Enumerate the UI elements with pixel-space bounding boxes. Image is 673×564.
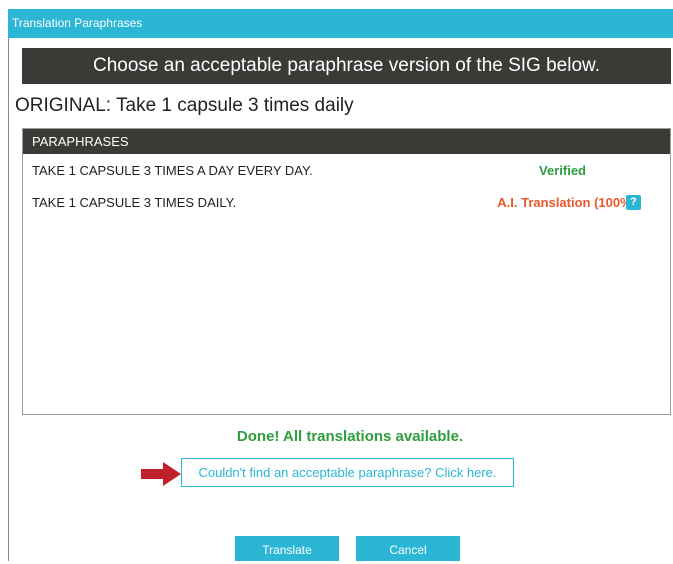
paraphrase-text: TAKE 1 CAPSULE 3 TIMES A DAY EVERY DAY. bbox=[32, 163, 313, 178]
help-icon[interactable]: ? bbox=[626, 195, 641, 210]
window-border bbox=[8, 38, 9, 561]
paraphrase-row[interactable]: TAKE 1 CAPSULE 3 TIMES DAILY. A.I. Trans… bbox=[23, 186, 670, 218]
paraphrases-header: PARAPHRASES bbox=[23, 129, 670, 154]
translate-button[interactable]: Translate bbox=[235, 536, 339, 561]
paraphrases-panel: PARAPHRASES TAKE 1 CAPSULE 3 TIMES A DAY… bbox=[22, 128, 671, 415]
paraphrase-status-ai: A.I. Translation (100%) bbox=[497, 195, 636, 210]
paraphrase-status-verified: Verified bbox=[539, 163, 586, 178]
window-title: Translation Paraphrases bbox=[12, 16, 143, 30]
paraphrase-row[interactable]: TAKE 1 CAPSULE 3 TIMES A DAY EVERY DAY. … bbox=[23, 154, 670, 186]
instruction-banner: Choose an acceptable paraphrase version … bbox=[22, 48, 671, 84]
original-sig: ORIGINAL: Take 1 capsule 3 times daily bbox=[15, 95, 354, 116]
paraphrase-help-link[interactable]: Couldn't find an acceptable paraphrase? … bbox=[181, 458, 514, 487]
cancel-button[interactable]: Cancel bbox=[356, 536, 460, 561]
arrow-right-icon bbox=[141, 462, 181, 486]
paraphrase-text: TAKE 1 CAPSULE 3 TIMES DAILY. bbox=[32, 195, 237, 210]
status-message: Done! All translations available. bbox=[236, 428, 464, 445]
window-titlebar: Translation Paraphrases bbox=[8, 9, 673, 38]
